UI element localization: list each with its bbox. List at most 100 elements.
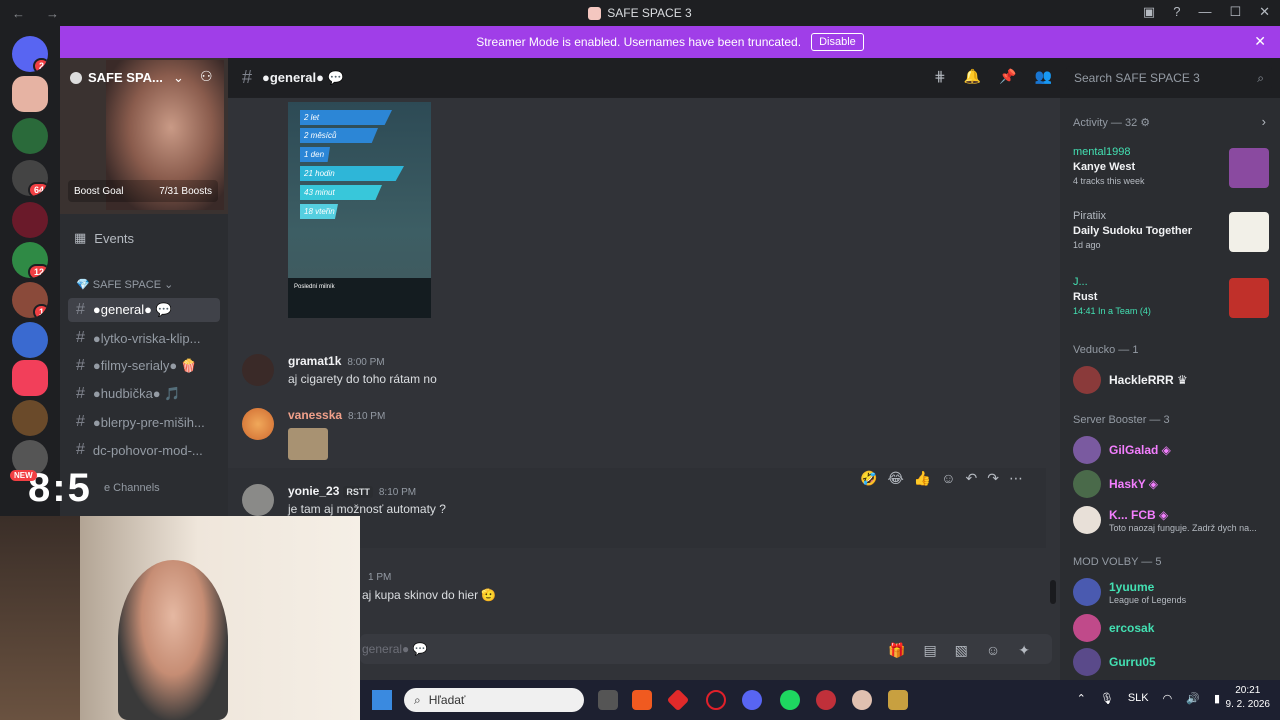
server-icon[interactable]: [12, 360, 48, 396]
image-footer: Poslední milník: [288, 278, 431, 318]
chevron-down-icon[interactable]: ⌄: [173, 70, 184, 86]
discord-icon[interactable]: [742, 690, 762, 710]
guild-header[interactable]: SAFE SPA... ⌄ ⚇ Boost Goal 7/31 Boosts: [60, 58, 228, 214]
message-author[interactable]: gramat1k 8:00 PM: [288, 354, 385, 368]
app-icon[interactable]: [852, 690, 872, 710]
member-item[interactable]: HaskY ◈: [1073, 470, 1273, 500]
message-text: aj cigarety do toho rátam no: [288, 372, 437, 386]
server-icon[interactable]: 12: [12, 242, 48, 278]
app-icon[interactable]: [816, 690, 836, 710]
direct-messages-button[interactable]: 2: [12, 36, 48, 72]
add-reaction-icon[interactable]: ☺: [941, 470, 955, 487]
avatar[interactable]: [242, 408, 274, 440]
invite-icon[interactable]: ⚇: [200, 68, 213, 85]
channel-item[interactable]: # ●blerpy-pre-miših...: [68, 410, 220, 434]
new-badge: NEW: [10, 470, 37, 481]
chevron-up-icon[interactable]: ⌃: [1077, 692, 1086, 705]
spotify-icon[interactable]: [780, 690, 800, 710]
member-item[interactable]: K... FCB ◈ Toto naozaj funguje. Zadrž dy…: [1073, 506, 1273, 536]
message-author[interactable]: vanesska 8:10 PM: [288, 408, 385, 422]
minimize-button[interactable]: —: [1198, 4, 1211, 20]
activity-card[interactable]: Piratiix Daily Sudoku Together 1d ago: [1073, 210, 1269, 258]
close-icon[interactable]: ✕: [1254, 33, 1266, 50]
channel-item[interactable]: # dc-pohovor-mod-...: [68, 438, 220, 462]
threads-icon[interactable]: ⋕: [934, 68, 946, 85]
disable-button[interactable]: Disable: [811, 33, 864, 51]
emoji-icon[interactable]: ☺: [986, 642, 1000, 659]
mic-icon[interactable]: 🎙: [1100, 692, 1114, 705]
image-attachment[interactable]: 2 let 2 měsíců 1 den 21 hodin 43 minut 1…: [288, 102, 431, 318]
maximize-button[interactable]: ☐: [1229, 4, 1241, 20]
language-indicator[interactable]: SLK: [1128, 692, 1149, 705]
member-item[interactable]: Gurru05: [1073, 648, 1273, 678]
channel-item[interactable]: # ●lytko-vriska-klip...: [68, 326, 220, 350]
bell-icon[interactable]: 🔔: [964, 68, 981, 85]
member-item[interactable]: 1yuume League of Legends: [1073, 578, 1273, 608]
server-icon[interactable]: 1: [12, 282, 48, 318]
help-icon[interactable]: ?: [1173, 4, 1180, 20]
role-header: MOD VOLBY — 5: [1073, 556, 1162, 568]
inbox-icon[interactable]: ▣: [1143, 4, 1155, 20]
reaction-icon[interactable]: 😂: [887, 470, 903, 487]
gif-icon[interactable]: ▤: [923, 642, 936, 659]
channel-category[interactable]: 💎 SAFE SPACE ⌄: [76, 278, 173, 291]
app-icon[interactable]: [888, 690, 908, 710]
forward-icon[interactable]: ↷: [987, 470, 999, 487]
reaction-icon[interactable]: 👍: [914, 470, 931, 487]
search-input[interactable]: Search SAFE SPACE 3 ⌕: [1066, 66, 1272, 90]
member-list: Activity — 32 ⚙ › mental1998 Kanye West …: [1060, 98, 1280, 680]
app-icon[interactable]: [632, 690, 652, 710]
events-item[interactable]: ▦ Events: [74, 230, 134, 246]
members-icon[interactable]: 👥: [1035, 68, 1052, 85]
calendar-icon: ▦: [74, 230, 87, 245]
pin-icon[interactable]: 📌: [999, 68, 1016, 85]
opera-icon[interactable]: [706, 690, 726, 710]
message-author[interactable]: yonie_23 RSTT 8:10 PM: [288, 484, 416, 498]
streamer-person: [118, 560, 228, 720]
stream-timer-overlay: 8:5: [28, 466, 92, 510]
task-view-icon[interactable]: [598, 690, 618, 710]
server-badge: 1: [32, 304, 48, 318]
chevron-right-icon[interactable]: ›: [1262, 114, 1266, 129]
image-attachment[interactable]: [288, 428, 328, 460]
channel-general[interactable]: # ●general● 💬: [68, 298, 220, 322]
member-item[interactable]: HackleRRR ♛: [1073, 366, 1273, 396]
server-icon[interactable]: [12, 76, 48, 112]
member-item[interactable]: GilGalad ◈: [1073, 436, 1273, 466]
channel-item[interactable]: # ●hudbička● 🎵: [68, 382, 220, 406]
milestone-bar: 43 minut: [300, 185, 382, 200]
activity-card[interactable]: mental1998 Kanye West 4 tracks this week: [1073, 146, 1269, 194]
app-icon[interactable]: [666, 688, 690, 712]
taskbar-search[interactable]: ⌕ Hľadať: [404, 688, 584, 712]
boost-goal[interactable]: Boost Goal 7/31 Boosts: [68, 180, 218, 202]
server-icon[interactable]: [12, 322, 48, 358]
wifi-icon[interactable]: ◠: [1163, 692, 1173, 705]
scrollbar[interactable]: [1050, 580, 1056, 604]
battery-icon[interactable]: ▮: [1214, 692, 1220, 705]
reaction-icon[interactable]: 🤣: [860, 470, 877, 487]
member-item[interactable]: ercosak: [1073, 614, 1273, 644]
avatar[interactable]: [242, 484, 274, 516]
apps-icon[interactable]: ✦: [1018, 642, 1030, 659]
server-icon[interactable]: 64: [12, 160, 48, 196]
member-name: ercosak: [1109, 621, 1155, 635]
role-header: Server Booster — 3: [1073, 414, 1170, 426]
server-icon[interactable]: [12, 400, 48, 436]
more-icon[interactable]: ⋯: [1009, 470, 1023, 487]
reply-icon[interactable]: ↶: [966, 470, 978, 487]
channel-item[interactable]: # ●filmy-serialy● 🍿: [68, 354, 220, 378]
gift-icon[interactable]: 🎁: [888, 642, 905, 659]
member-name: 1yuume: [1109, 580, 1155, 594]
member-name: K... FCB ◈: [1109, 508, 1169, 522]
volume-icon[interactable]: 🔊: [1186, 692, 1200, 705]
windows-start-icon[interactable]: [372, 690, 392, 710]
close-button[interactable]: ✕: [1259, 4, 1270, 20]
header-toolbar: ⋕ 🔔 📌 👥: [934, 68, 1052, 85]
clock[interactable]: 20:21 9. 2. 2026: [1226, 684, 1270, 712]
activity-card[interactable]: J... Rust 14:41 In a Team (4): [1073, 276, 1269, 324]
sticker-icon[interactable]: ▧: [955, 642, 968, 659]
avatar[interactable]: [242, 354, 274, 386]
member-name: Gurru05: [1109, 655, 1156, 669]
server-icon[interactable]: [12, 202, 48, 238]
server-icon[interactable]: [12, 118, 48, 154]
